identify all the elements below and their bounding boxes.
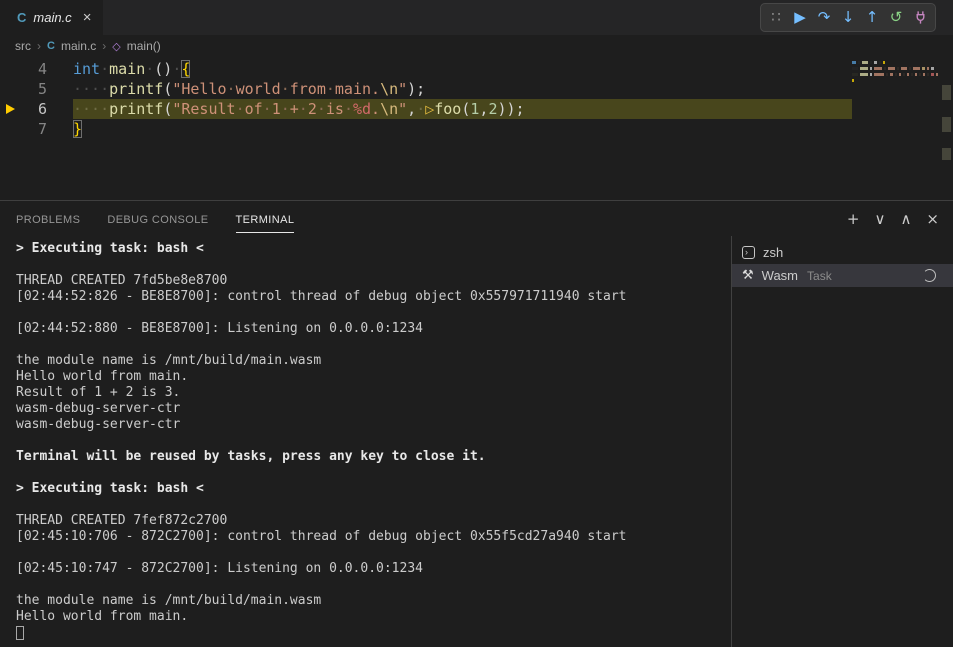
- vscode-window: C main.c × ∷▶↷↓↑↺ src › C main.c › ◇ mai…: [0, 0, 953, 647]
- code-line[interactable]: 6····printf("Result·of·1·+·2·is·%d.\n",·…: [0, 99, 953, 119]
- panel-tab-problems[interactable]: PROBLEMS: [16, 204, 80, 233]
- line-number: 4: [38, 59, 47, 79]
- overview-mark: [942, 148, 951, 160]
- terminal-line: the module name is /mnt/build/main.wasm: [16, 593, 731, 609]
- c-file-icon: C: [47, 40, 55, 52]
- continue-button[interactable]: ▶: [788, 5, 812, 30]
- terminal-line: [02:45:10:706 - 872C2700]: control threa…: [16, 529, 731, 545]
- terminal-line: Hello world from main.: [16, 369, 731, 385]
- step-over-button[interactable]: ↷: [812, 5, 836, 30]
- panel-body: > Executing task: bash < THREAD CREATED …: [0, 236, 953, 647]
- current-statement-arrow-icon: [6, 104, 15, 114]
- terminal-line: the module name is /mnt/build/main.wasm: [16, 353, 731, 369]
- toolbar-drag-handle[interactable]: ∷: [764, 5, 788, 30]
- chevron-right-icon: ›: [37, 39, 41, 53]
- panel-header: PROBLEMS DEBUG CONSOLE TERMINAL + ∨ ∧ ×: [0, 201, 953, 236]
- editor-tab-bar: C main.c × ∷▶↷↓↑↺: [0, 0, 953, 35]
- c-file-icon: C: [17, 10, 26, 25]
- terminal-line: THREAD CREATED 7fd5be8e8700: [16, 273, 731, 289]
- tab-close-icon[interactable]: ×: [83, 10, 92, 25]
- terminal-line: THREAD CREATED 7fef872c2700: [16, 513, 731, 529]
- step-out-button[interactable]: ↑: [860, 5, 884, 30]
- terminal-line: > Executing task: bash <: [16, 241, 731, 257]
- terminal-list-item-label: zsh: [763, 245, 783, 260]
- line-number: 7: [38, 119, 47, 139]
- terminal-line: [02:44:52:880 - BE8E8700]: Listening on …: [16, 321, 731, 337]
- terminal-profile-dropdown[interactable]: ∨: [874, 211, 885, 227]
- editor-lines: 4int·main·()·{5····printf("Hello·world·f…: [0, 59, 953, 139]
- editor-gutter[interactable]: 5: [0, 79, 73, 99]
- panel-tab-debug-console[interactable]: DEBUG CONSOLE: [107, 204, 208, 233]
- line-number: 6: [38, 99, 47, 119]
- terminal-line: [16, 305, 731, 321]
- terminal-list-item-detail: Task: [807, 269, 832, 283]
- disconnect-button[interactable]: [908, 5, 932, 30]
- overview-mark: [942, 117, 951, 132]
- terminal-line: [16, 433, 731, 449]
- debug-toolbar: ∷▶↷↓↑↺: [760, 3, 936, 32]
- panel-tab-terminal[interactable]: TERMINAL: [236, 204, 295, 233]
- terminal-list: › zsh ⚒ Wasm Task: [731, 236, 953, 647]
- terminal-line: [16, 577, 731, 593]
- terminal-cursor: [16, 626, 24, 640]
- terminal-line: [16, 545, 731, 561]
- panel-actions: + ∨ ∧ ×: [847, 211, 939, 227]
- code-editor[interactable]: 4int·main·()·{5····printf("Hello·world·f…: [0, 57, 953, 200]
- breadcrumb-main-fn[interactable]: main(): [127, 39, 161, 53]
- close-panel-button[interactable]: ×: [926, 211, 939, 227]
- step-into-button[interactable]: ↓: [836, 5, 860, 30]
- chevron-right-icon: ›: [102, 39, 106, 53]
- code-line[interactable]: 4int·main·()·{: [0, 59, 953, 79]
- tab-label: main.c: [33, 10, 71, 25]
- maximize-panel-button[interactable]: ∧: [900, 211, 911, 227]
- terminal-list-item-label: Wasm: [762, 268, 798, 283]
- tools-icon: ⚒: [742, 268, 754, 283]
- line-number: 5: [38, 79, 47, 99]
- terminal-line: Hello world from main.: [16, 609, 731, 625]
- breadcrumb-main-c[interactable]: main.c: [61, 39, 96, 53]
- code-line[interactable]: 5····printf("Hello·world·from·main.\n");: [0, 79, 953, 99]
- tab-main-c[interactable]: C main.c ×: [0, 0, 103, 35]
- editor-gutter[interactable]: 6: [0, 99, 73, 119]
- overview-mark: [942, 85, 951, 100]
- breadcrumb: src › C main.c › ◇ main(): [0, 35, 953, 57]
- overview-ruler[interactable]: [940, 57, 953, 200]
- terminal-line: wasm-debug-server-ctr: [16, 417, 731, 433]
- editor-gutter[interactable]: 4: [0, 59, 73, 79]
- new-terminal-button[interactable]: +: [847, 211, 860, 227]
- plug-icon: [913, 10, 928, 25]
- step-into-target-icon: ▷: [425, 100, 434, 118]
- panel-tabs: PROBLEMS DEBUG CONSOLE TERMINAL: [16, 204, 294, 233]
- terminal-line: wasm-debug-server-ctr: [16, 401, 731, 417]
- terminal-line: [02:44:52:826 - BE8E8700]: control threa…: [16, 289, 731, 305]
- terminal-line: [16, 257, 731, 273]
- minimap[interactable]: [852, 61, 940, 85]
- symbol-method-icon: ◇: [112, 40, 120, 53]
- terminal-line: [16, 497, 731, 513]
- terminal-line: [16, 465, 731, 481]
- terminal-list-item-zsh[interactable]: › zsh: [732, 241, 953, 264]
- terminal-output[interactable]: > Executing task: bash < THREAD CREATED …: [0, 236, 731, 647]
- loading-spinner-icon: [923, 269, 936, 282]
- terminal-line: > Executing task: bash <: [16, 481, 731, 497]
- terminal-icon: ›: [742, 246, 755, 259]
- editor-gutter[interactable]: 7: [0, 119, 73, 139]
- terminal-list-item-wasm[interactable]: ⚒ Wasm Task: [732, 264, 953, 287]
- bottom-panel: PROBLEMS DEBUG CONSOLE TERMINAL + ∨ ∧ × > Exe…: [0, 200, 953, 647]
- code-line[interactable]: 7}: [0, 119, 953, 139]
- terminal-line: Terminal will be reused by tasks, press …: [16, 449, 731, 465]
- breadcrumb-src[interactable]: src: [15, 39, 31, 53]
- terminal-line: [02:45:10:747 - 872C2700]: Listening on …: [16, 561, 731, 577]
- terminal-line: Result of 1 + 2 is 3.: [16, 385, 731, 401]
- restart-button[interactable]: ↺: [884, 5, 908, 30]
- terminal-line: [16, 337, 731, 353]
